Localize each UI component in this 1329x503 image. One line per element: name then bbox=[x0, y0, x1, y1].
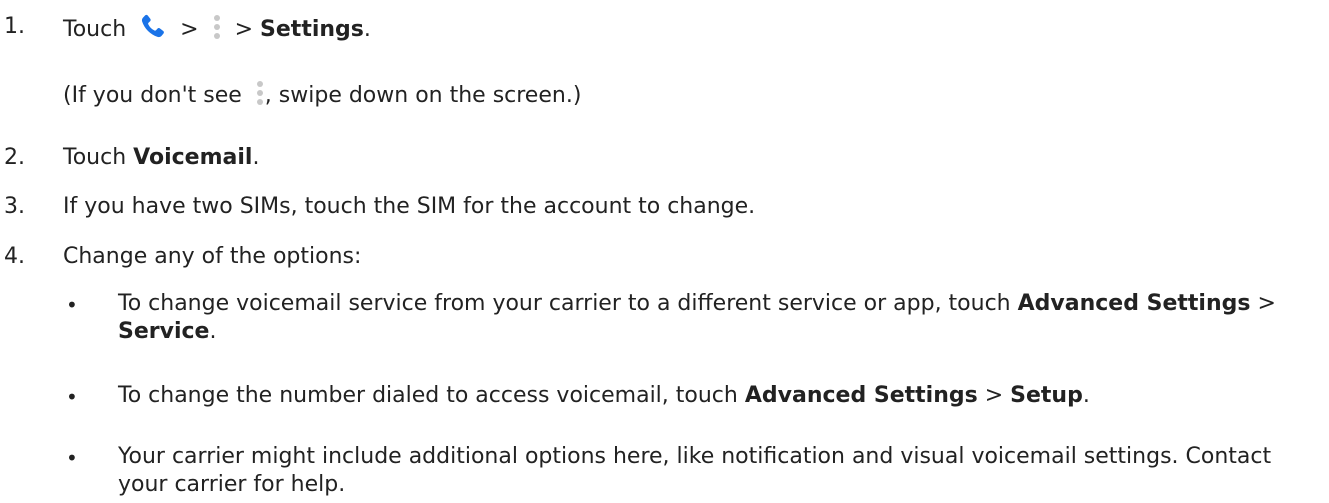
phone-icon bbox=[142, 14, 165, 38]
voicemail-label: Voicemail bbox=[133, 145, 253, 170]
step-number: 4. bbox=[4, 244, 25, 269]
bullet-text: To change voicemail service from your ca… bbox=[118, 291, 1011, 316]
step-text: Touch bbox=[63, 17, 127, 42]
separator: > bbox=[984, 383, 1004, 408]
separator: > bbox=[180, 17, 199, 42]
bullet-symbol: • bbox=[66, 385, 78, 409]
bullet-text: To change the number dialed to access vo… bbox=[118, 383, 738, 408]
instructions: 1. Touch > > Settings. (If you don't see bbox=[0, 0, 1329, 503]
bullet-text: Your carrier might include additional op… bbox=[118, 444, 1272, 497]
step-number: 2. bbox=[4, 145, 25, 170]
note-text: (If you don't see bbox=[63, 83, 242, 108]
step-text: Change any of the options: bbox=[63, 244, 362, 269]
step-number: 1. bbox=[4, 14, 25, 39]
step-text: If you have two SIMs, touch the SIM for … bbox=[63, 194, 756, 219]
advanced-settings-label: Advanced Settings bbox=[744, 383, 978, 408]
separator: > bbox=[234, 17, 254, 42]
note-text: , swipe down on the screen.) bbox=[264, 83, 582, 108]
settings-label: Settings bbox=[260, 17, 364, 42]
bullet-symbol: • bbox=[66, 446, 78, 470]
more-vert-icon bbox=[213, 15, 220, 39]
service-label: Service bbox=[118, 319, 210, 344]
advanced-settings-label: Advanced Settings bbox=[1017, 291, 1251, 316]
step-number: 3. bbox=[4, 194, 25, 219]
step-text: Touch bbox=[63, 145, 127, 170]
separator: > bbox=[1257, 291, 1276, 316]
bullet-symbol: • bbox=[66, 293, 78, 317]
more-vert-icon bbox=[256, 81, 263, 105]
setup-label: Setup bbox=[1010, 383, 1083, 408]
